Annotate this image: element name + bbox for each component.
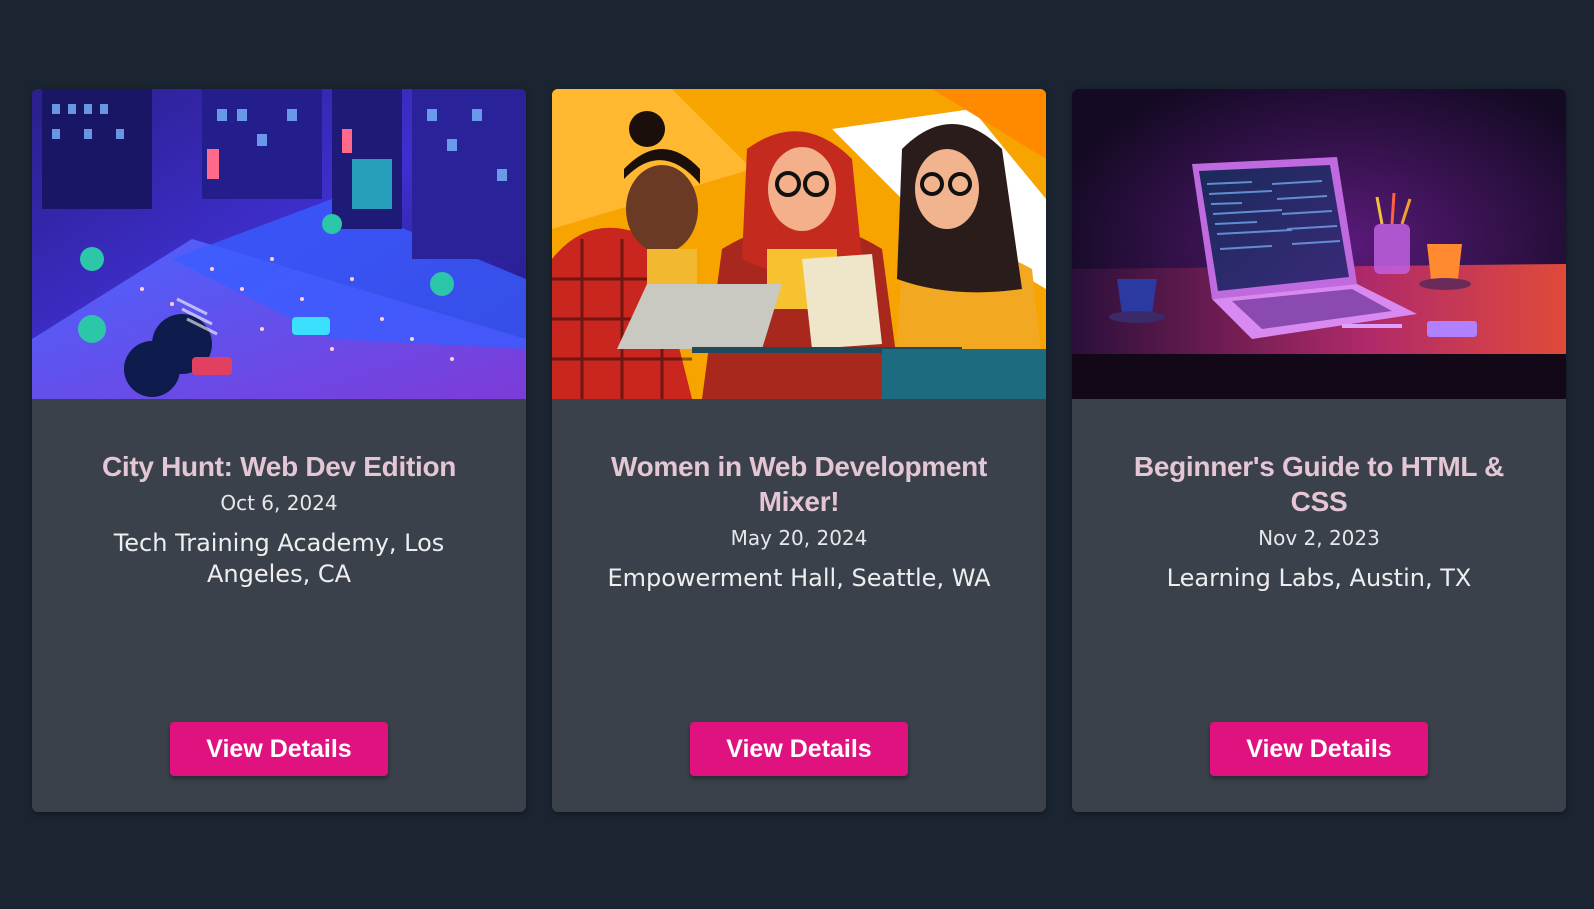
event-card: City Hunt: Web Dev Edition Oct 6, 2024 T… <box>32 89 526 812</box>
event-venue: Empowerment Hall, Seattle, WA <box>607 564 991 592</box>
event-title: Beginner's Guide to HTML & CSS <box>1133 451 1505 517</box>
view-details-button[interactable]: View Details <box>170 722 388 776</box>
view-details-button[interactable]: View Details <box>690 722 908 776</box>
event-venue: Learning Labs, Austin, TX <box>1166 564 1472 592</box>
event-image-city <box>32 89 526 399</box>
event-card: Women in Web Development Mixer! May 20, … <box>552 89 1046 812</box>
event-image-women <box>552 89 1046 399</box>
event-title: Women in Web Development Mixer! <box>610 451 988 517</box>
event-date: Oct 6, 2024 <box>220 491 338 515</box>
event-venue: Tech Training Academy, Los Angeles, CA <box>113 529 445 588</box>
event-card: Beginner's Guide to HTML & CSS Nov 2, 20… <box>1072 89 1566 812</box>
view-details-button[interactable]: View Details <box>1210 722 1428 776</box>
event-card-list: City Hunt: Web Dev Edition Oct 6, 2024 T… <box>32 89 1566 812</box>
event-image-laptop <box>1072 89 1566 399</box>
event-title: City Hunt: Web Dev Edition <box>101 451 457 482</box>
event-date: May 20, 2024 <box>730 526 868 550</box>
event-date: Nov 2, 2023 <box>1258 526 1380 550</box>
